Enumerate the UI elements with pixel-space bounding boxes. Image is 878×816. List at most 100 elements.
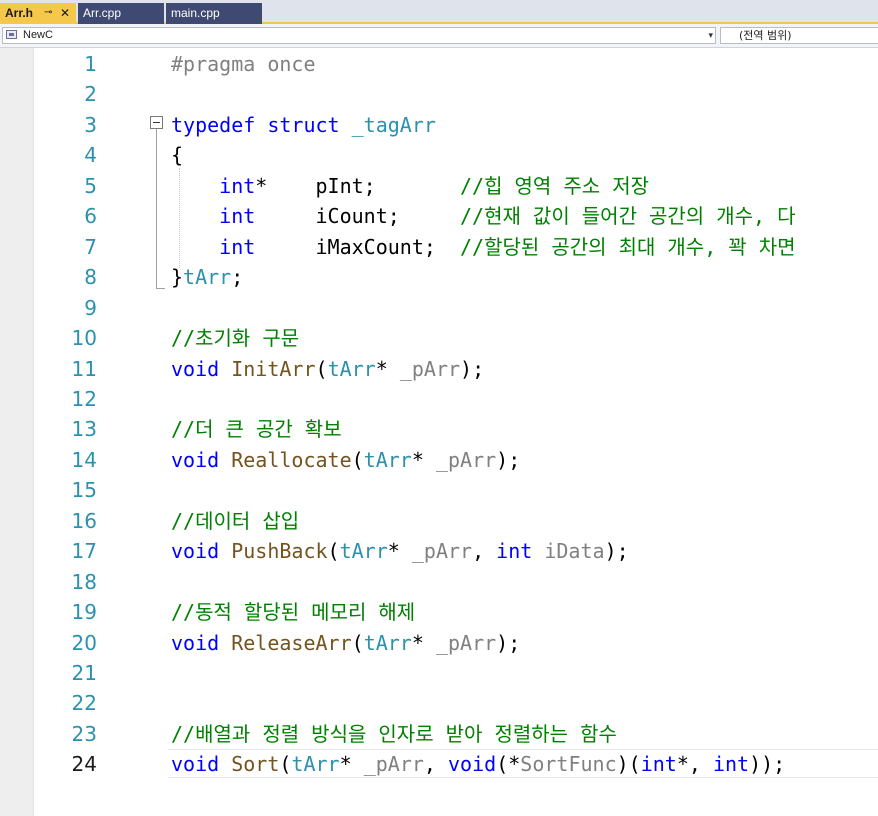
code-token: (* (496, 752, 521, 776)
editor-margin (0, 48, 34, 816)
code-token: ); (496, 631, 521, 655)
code-line[interactable]: 2 (34, 79, 878, 109)
code-token: tArr (363, 631, 412, 655)
code-token: Reallocate (231, 448, 352, 472)
code-text: //데이터 삽입 (171, 506, 299, 536)
code-text: //초기화 구문 (171, 323, 299, 353)
code-line[interactable]: 22 (34, 688, 878, 718)
code-line[interactable]: 8 }tArr; (34, 262, 878, 292)
code-text: void InitArr(tArr* _pArr); (171, 354, 484, 384)
code-token: ); (496, 448, 521, 472)
code-line[interactable]: 5 int* pInt; //힙 영역 주소 저장 (34, 171, 878, 201)
tab-arr-cpp[interactable]: Arr.cpp (78, 3, 164, 24)
code-token: ( (279, 752, 292, 776)
code-text: void ReleaseArr(tArr* _pArr); (171, 628, 520, 658)
code-text: int iMaxCount; //할당된 공간의 최대 개수, 꽉 차면 (171, 232, 795, 262)
code-line[interactable]: 18 (34, 567, 878, 597)
code-line[interactable]: 13 //더 큰 공간 확보 (34, 414, 878, 444)
code-token: int (496, 539, 533, 563)
line-number: 8 (84, 265, 97, 289)
code-line[interactable]: 6 int iCount; //현재 값이 들어간 공간의 개수, 다 (34, 201, 878, 231)
tab-main-cpp[interactable]: main.cpp (166, 3, 262, 24)
code-token: //더 큰 공간 확보 (171, 417, 342, 441)
code-token: void (171, 752, 220, 776)
code-text: void Sort(tArr* _pArr, void(*SortFunc)(i… (171, 749, 785, 779)
code-token: } (171, 265, 184, 289)
code-token: * (387, 539, 412, 563)
code-line[interactable]: 11 void InitArr(tArr* _pArr); (34, 354, 878, 384)
tab-label: Arr.h (5, 6, 34, 20)
member-dropdown[interactable]: (전역 범위) (720, 27, 878, 44)
code-token: , (423, 752, 449, 776)
code-line[interactable]: 12 (34, 384, 878, 414)
code-token: //초기화 구문 (171, 326, 300, 350)
pin-icon[interactable]: ⊸ (44, 3, 52, 23)
code-line[interactable]: 15 (34, 475, 878, 505)
code-token: _pArr (399, 357, 461, 381)
close-icon[interactable]: ✕ (60, 3, 70, 23)
code-token: //동적 할당된 메모리 해제 (171, 600, 416, 624)
code-token: iCount; (255, 204, 460, 228)
code-line[interactable]: 20 void ReleaseArr(tArr* _pArr); (34, 628, 878, 658)
code-line[interactable]: 17 void PushBack(tArr* _pArr, int iData); (34, 536, 878, 566)
scope-dropdown[interactable]: NewC ▾ (2, 27, 716, 44)
code-token: _tagArr (351, 113, 436, 137)
code-token: Sort (231, 752, 280, 776)
code-line[interactable]: 7 int iMaxCount; //할당된 공간의 최대 개수, 꽉 차면 (34, 232, 878, 262)
line-number: 16 (71, 509, 97, 533)
line-number: 22 (71, 691, 97, 715)
document-tab-bar: Arr.h ⊸ ✕ Arr.cpp main.cpp (0, 0, 878, 24)
code-token: _pArr (435, 448, 497, 472)
line-number: 23 (71, 722, 97, 746)
code-line[interactable]: 1 #pragma once (34, 49, 878, 79)
code-token: ( (315, 357, 328, 381)
line-number: 14 (71, 448, 97, 472)
code-line[interactable]: 14 void Reallocate(tArr* _pArr); (34, 445, 878, 475)
line-number: 17 (71, 539, 97, 563)
line-number: 10 (71, 326, 97, 350)
code-token: iMaxCount; (255, 235, 460, 259)
code-text: void PushBack(tArr* _pArr, int iData); (171, 536, 629, 566)
code-token: //배열과 정렬 방식을 인자로 받아 정렬하는 함수 (171, 722, 617, 746)
line-number: 13 (71, 417, 97, 441)
code-token: void (171, 448, 220, 472)
line-number: 2 (84, 82, 97, 106)
code-token: //힙 영역 주소 저장 (460, 174, 650, 198)
code-line[interactable]: 21 (34, 658, 878, 688)
code-line[interactable]: 23 //배열과 정렬 방식을 인자로 받아 정렬하는 함수 (34, 719, 878, 749)
code-token: InitArr (231, 357, 316, 381)
line-number: 19 (71, 600, 97, 624)
code-line[interactable]: 9 (34, 293, 878, 323)
code-line[interactable]: 24 void Sort(tArr* _pArr, void(*SortFunc)… (34, 749, 878, 779)
code-line[interactable]: 4{ (34, 140, 878, 170)
code-token: typedef (171, 113, 256, 137)
code-line[interactable]: 19 //동적 할당된 메모리 해제 (34, 597, 878, 627)
code-token: { (171, 143, 184, 167)
tab-arr-h[interactable]: Arr.h ⊸ ✕ (0, 3, 76, 24)
code-token: tArr (291, 752, 340, 776)
line-number: 15 (71, 478, 97, 502)
code-token: PushBack (231, 539, 328, 563)
code-token: tArr (339, 539, 388, 563)
code-token: int (712, 752, 750, 776)
code-text: int* pInt; //힙 영역 주소 저장 (171, 171, 649, 201)
code-line[interactable]: 10 //초기화 구문 (34, 323, 878, 353)
code-token: * (411, 631, 436, 655)
code-editor[interactable]: 1 #pragma once 2 3 typedef struct _tagArr 4{5… (34, 48, 878, 816)
code-token: void (171, 631, 220, 655)
chevron-down-icon[interactable]: ▾ (708, 28, 713, 43)
code-token: ReleaseArr (231, 631, 352, 655)
line-number: 18 (71, 570, 97, 594)
code-text: }tArr; (171, 262, 243, 292)
code-token: _pArr (363, 752, 424, 776)
code-line[interactable]: 16 //데이터 삽입 (34, 506, 878, 536)
code-line[interactable]: 3 typedef struct _tagArr (34, 110, 878, 140)
code-token: int (640, 752, 677, 776)
code-token: * (411, 448, 436, 472)
